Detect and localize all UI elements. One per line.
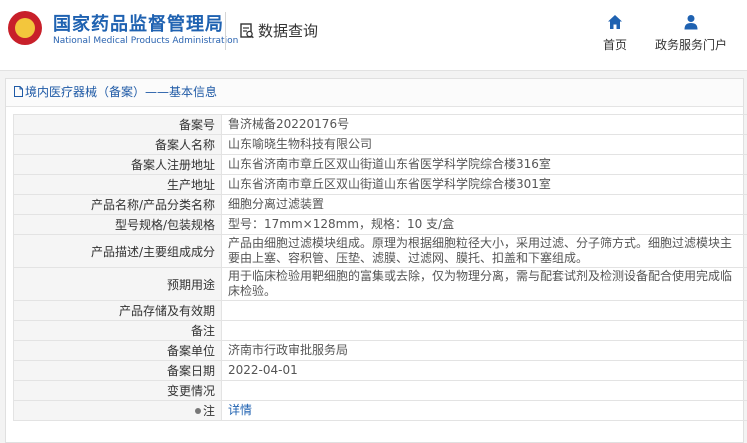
panel-title: 境内医疗器械（备案）——基本信息 [6,79,743,107]
data-query-label: 数据查询 [258,22,318,40]
search-document-icon [240,23,254,39]
field-value: 用于临床检验用靶细胞的富集或去除，仅为物理分离，需与配套试剂及检测设备配合使用完… [222,268,747,301]
field-value: 山东省济南市章丘区双山街道山东省医学科学院综合楼316室 [222,155,747,175]
field-label: 产品描述/主要组成成分 [14,235,222,268]
table-row: 备案人注册地址山东省济南市章丘区双山街道山东省医学科学院综合楼316室 [14,155,747,175]
nav-service-portal[interactable]: 政务服务门户 [652,14,730,53]
field-value: 细胞分离过滤装置 [222,195,747,215]
field-label: 备案日期 [14,361,222,381]
table-row: 变更情况 [14,381,747,401]
field-label: 型号规格/包装规格 [14,215,222,235]
table-row: 产品描述/主要组成成分产品由细胞过滤模块组成。原理为根据细胞粒径大小，采用过滤、… [14,235,747,268]
table-row: 产品存储及有效期 [14,301,747,321]
field-label: 预期用途 [14,268,222,301]
data-query-link[interactable]: 数据查询 [240,20,318,41]
table-row: 备注 [14,321,747,341]
field-value: 型号：17mm×128mm，规格：10 支/盒 [222,215,747,235]
site-name-en[interactable]: National Medical Products Administration [53,36,238,46]
field-label: 产品名称/产品分类名称 [14,195,222,215]
field-label: 备案单位 [14,341,222,361]
table-row: 备案单位济南市行政审批服务局 [14,341,747,361]
document-icon [14,86,23,97]
site-name[interactable]: 国家药品监督管理局 [53,10,224,36]
field-label: 备注 [14,321,222,341]
user-icon [683,14,699,30]
field-value [222,301,747,321]
table-row: 产品名称/产品分类名称细胞分离过滤装置 [14,195,747,215]
note-label-cell: 注 [14,401,222,421]
bulb-icon [195,408,201,414]
nav-home[interactable]: 首页 [596,14,634,53]
field-value [222,381,747,401]
table-row: 预期用途用于临床检验用靶细胞的富集或去除，仅为物理分离，需与配套试剂及检测设备配… [14,268,747,301]
nav-service-portal-label: 政务服务门户 [652,36,730,53]
nav-home-label: 首页 [596,36,634,53]
table-row: 备案人名称山东喻晓生物科技有限公司 [14,135,747,155]
field-value: 山东省济南市章丘区双山街道山东省医学科学院综合楼301室 [222,175,747,195]
field-value: 产品由细胞过滤模块组成。原理为根据细胞粒径大小，采用过滤、分子筛方式。细胞过滤模… [222,235,747,268]
table-row: 注详情 [14,401,747,421]
table-row: 生产地址山东省济南市章丘区双山街道山东省医学科学院综合楼301室 [14,175,747,195]
table-row: 备案日期2022-04-01 [14,361,747,381]
field-label: 生产地址 [14,175,222,195]
field-label: 注 [203,404,215,418]
field-value: 2022-04-01 [222,361,747,381]
detail-panel: 境内医疗器械（备案）——基本信息 备案号鲁济械备20220176号 备案人名称山… [5,78,744,443]
header-divider [225,12,226,50]
field-label: 备案人注册地址 [14,155,222,175]
field-label: 备案号 [14,115,222,135]
field-value: 鲁济械备20220176号 [222,115,747,135]
field-value: 济南市行政审批服务局 [222,341,747,361]
nmpa-emblem-icon[interactable] [8,11,42,45]
table-row: 型号规格/包装规格型号：17mm×128mm，规格：10 支/盒 [14,215,747,235]
details-cell: 详情 [222,401,747,421]
field-label: 备案人名称 [14,135,222,155]
panel-title-text: 境内医疗器械（备案）——基本信息 [25,85,217,99]
field-value: 山东喻晓生物科技有限公司 [222,135,747,155]
info-table: 备案号鲁济械备20220176号 备案人名称山东喻晓生物科技有限公司 备案人注册… [13,114,747,421]
site-header: 国家药品监督管理局 National Medical Products Admi… [0,0,747,71]
field-value [222,321,747,341]
table-row: 备案号鲁济械备20220176号 [14,115,747,135]
home-icon [607,14,623,30]
details-link[interactable]: 详情 [228,403,252,417]
field-label: 产品存储及有效期 [14,301,222,321]
field-label: 变更情况 [14,381,222,401]
